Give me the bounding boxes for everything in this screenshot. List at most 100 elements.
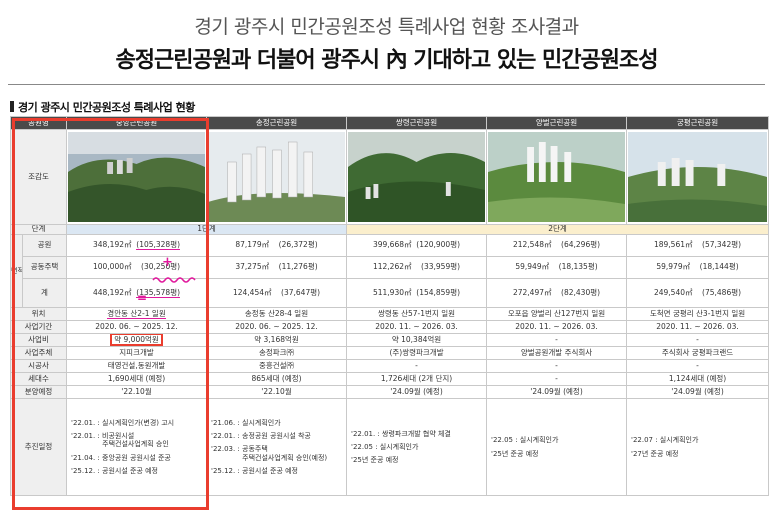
table-cell: 경안동 산2-1 일원 xyxy=(66,307,208,321)
row-label: 조감도 xyxy=(9,129,68,225)
table-row-cost: 사업비 약 9,000억원 약 3,168억원 약 10,384억원 - - xyxy=(9,333,770,347)
table-cell: '22.10월 xyxy=(206,385,348,399)
table-cell: - xyxy=(346,359,488,373)
row-label: 사업주체 xyxy=(9,346,68,360)
table-cell: 59,979㎡ (18,144평) xyxy=(626,256,770,279)
table-cell: 주식회사 궁평파크랜드 xyxy=(626,346,770,360)
row-label: 공원 xyxy=(21,234,68,257)
row-label: 단계 xyxy=(9,224,68,235)
table-cell: '22.10월 xyxy=(66,385,208,399)
table-row-view: 조감도 xyxy=(9,129,770,225)
table-cell: 약 10,384억원 xyxy=(346,333,488,347)
table-cell: 송정파크㈜ xyxy=(206,346,348,360)
wavy-underline-annotation xyxy=(152,277,196,283)
page-title: 경기 광주시 민간공원조성 특례사업 현황 조사결과 xyxy=(194,16,579,38)
park-name: 중앙근린공원 xyxy=(66,116,208,130)
table-cell: 511,930㎡ (154,859평) xyxy=(346,278,488,308)
table-row-housing-area: 공동주택 100,000㎡ (30,250평) 37,275㎡ (11,276평… xyxy=(11,256,770,279)
table-cell: 도척면 궁평리 산3-1번지 일원 xyxy=(626,307,770,321)
aerial-view-image xyxy=(66,129,208,225)
table-cell: 약 9,000억원 xyxy=(66,333,208,347)
row-label: 사업기간 xyxy=(9,320,68,334)
table-cell: 399,668㎡ (120,900평) xyxy=(346,234,488,257)
table-cell: 1,690세대 (예정) xyxy=(66,372,208,386)
table-cell: 37,275㎡ (11,276평) xyxy=(206,256,348,279)
table-cell: 348,192㎡ (105,328평) xyxy=(66,234,208,257)
progress-cell: '22.07 : 실시계획인가 '27년 준공 예정 xyxy=(626,398,770,496)
table-cell: 2020. 11. ~ 2026. 03. xyxy=(346,320,488,334)
table-cell: 약 3,168억원 xyxy=(206,333,348,347)
table-cell: '24.09월 (예정) xyxy=(626,385,770,399)
park-name: 양벌근린공원 xyxy=(486,116,628,130)
table-row-households: 세대수 1,690세대 (예정) 865세대 (예정) 1,726세대 (2개 … xyxy=(9,372,770,386)
table-cell: - xyxy=(486,333,628,347)
header-corner: 공원명 xyxy=(9,116,68,130)
stage-1-label: 1단계 xyxy=(66,224,348,235)
section-title: 경기 광주시 민간공원조성 특례사업 현황 xyxy=(10,99,195,115)
table-row-progress: 추진일정 '22.01. : 실시계획인가(변경) 고시 '22.01. : 비공… xyxy=(9,398,770,496)
table-header-row: 공원명 중앙근린공원 송정근린공원 쌍령근린공원 양벌근린공원 궁평근린공원 xyxy=(9,116,770,130)
page-subtitle: 송정근린공원과 더불어 광주시 內 기대하고 있는 민간공원조성 xyxy=(115,48,659,73)
progress-cell: '22.01. : 실시계획인가(변경) 고시 '22.01. : 비공원시설 주… xyxy=(66,398,208,496)
table-cell: 112,262㎡ (33,959평) xyxy=(346,256,488,279)
progress-cell: '22.05 : 실시계획인가 '25년 준공 예정 xyxy=(486,398,628,496)
table-cell: 2020. 06. ~ 2025. 12. xyxy=(66,320,208,334)
equals-annotation: = xyxy=(137,291,148,305)
table-cell: '24.09월 (예정) xyxy=(346,385,488,399)
table-cell: 2020. 06. ~ 2025. 12. xyxy=(206,320,348,334)
table-cell: 중흥건설㈜ xyxy=(206,359,348,373)
row-label: 계 xyxy=(21,278,68,308)
table-row-park-area: 면적 공원 348,192㎡ (105,328평) 87,179㎡ (26,37… xyxy=(10,234,770,308)
table-cell: 87,179㎡ (26,372평) xyxy=(206,234,348,257)
aerial-view-image xyxy=(346,129,488,225)
table-row-total-area: 계 448,192㎡ (135,578평) 124,454㎡ (37,647평)… xyxy=(11,278,770,308)
table-cell: 272,497㎡ (82,430평) xyxy=(486,278,628,308)
table-cell: 송정동 산28-4 일원 xyxy=(206,307,348,321)
table-cell: 1,124세대 (예정) xyxy=(626,372,770,386)
table-cell: 59,949㎡ (18,135평) xyxy=(486,256,628,279)
table-cell: 2020. 11. ~ 2026. 03. xyxy=(486,320,628,334)
row-label: 분양예정 xyxy=(9,385,68,399)
table-row-stage: 단계 1단계 2단계 xyxy=(9,224,770,235)
row-label: 공동주택 xyxy=(21,256,68,279)
aerial-view-image xyxy=(626,129,770,225)
table-cell: '24.09월 (예정) xyxy=(486,385,628,399)
table-cell: (주)쌍령파크개발 xyxy=(346,346,488,360)
progress-cell: '21.06. : 실시계획인가 '22.01. : 송정공원 공원시설 착공 '2… xyxy=(206,398,348,496)
section-title-text: 경기 광주시 민간공원조성 특례사업 현황 xyxy=(18,101,195,114)
row-label: 세대수 xyxy=(9,372,68,386)
table-row-owner: 사업주체 지피크개발 송정파크㈜ (주)쌍령파크개발 양벌공원개발 주식회사 주… xyxy=(9,346,770,360)
stage-2-label: 2단계 xyxy=(346,224,770,235)
table-cell: 쌍령동 산57-1번지 일원 xyxy=(346,307,488,321)
park-name: 쌍령근린공원 xyxy=(346,116,488,130)
aerial-view-image xyxy=(486,129,628,225)
table-cell: - xyxy=(486,372,628,386)
table-cell: - xyxy=(626,359,770,373)
table-cell: 태영건설,동원개발 xyxy=(66,359,208,373)
aerial-view-image xyxy=(206,129,348,225)
table-cell: 양벌공원개발 주식회사 xyxy=(486,346,628,360)
row-label: 추진일정 xyxy=(9,398,68,496)
table-cell: - xyxy=(486,359,628,373)
table-cell: 124,454㎡ (37,647평) xyxy=(206,278,348,308)
table-cell: 212,548㎡ (64,296평) xyxy=(486,234,628,257)
table-row-period: 사업기간 2020. 06. ~ 2025. 12. 2020. 06. ~ 2… xyxy=(9,320,770,334)
table-row-sale: 분양예정 '22.10월 '22.10월 '24.09월 (예정) '24.09… xyxy=(9,385,770,399)
row-label: 사업비 xyxy=(9,333,68,347)
row-group-label: 면적 xyxy=(10,234,23,308)
row-label: 시공사 xyxy=(9,359,68,373)
table-cell: 865세대 (예정) xyxy=(206,372,348,386)
row-label: 위치 xyxy=(9,307,68,321)
divider xyxy=(8,84,765,85)
table-cell: 189,561㎡ (57,342평) xyxy=(626,234,770,257)
park-name: 궁평근린공원 xyxy=(626,116,770,130)
cost-highlight: 약 9,000억원 xyxy=(110,334,163,346)
plus-annotation: + xyxy=(162,255,173,270)
progress-cell: '22.01. : 쌍령파크개발 협약 체결 '22.05 : 실시계획인가 '25… xyxy=(346,398,488,496)
park-status-table: 공원명 중앙근린공원 송정근린공원 쌍령근린공원 양벌근린공원 궁평근린공원 조… xyxy=(9,116,770,496)
table-cell: 지피크개발 xyxy=(66,346,208,360)
table-cell: 2020. 11. ~ 2026. 03. xyxy=(626,320,770,334)
section-marker-icon xyxy=(10,101,14,112)
park-name: 송정근린공원 xyxy=(206,116,348,130)
table-cell: 오포읍 양벌리 산127번지 일원 xyxy=(486,307,628,321)
